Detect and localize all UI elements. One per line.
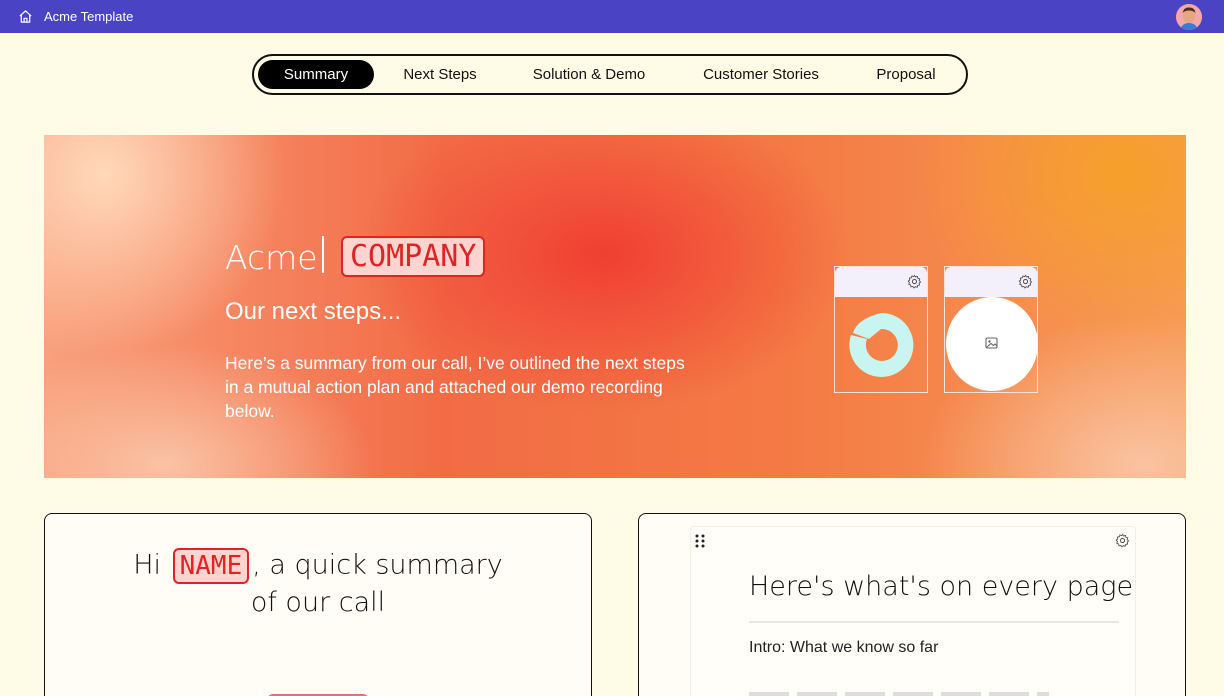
tab-bar: Summary Next Steps Solution & Demo Custo… <box>252 54 968 95</box>
greeting-prefix: Hi <box>133 549 162 581</box>
page-list-item[interactable]: Intro: What we know so far <box>749 639 938 657</box>
tab-customer-stories[interactable]: Customer Stories <box>688 60 834 89</box>
name-placeholder[interactable]: NAME <box>172 548 250 584</box>
top-bar: Acme Template <box>0 0 1224 33</box>
user-avatar[interactable] <box>1176 4 1202 30</box>
home-icon[interactable] <box>18 9 33 24</box>
image-placeholder-icon <box>985 337 998 349</box>
greeting-suffix: , a quick summary <box>252 549 503 581</box>
company-placeholder[interactable]: COMPANY <box>341 236 486 277</box>
image-placeholder[interactable] <box>946 297 1038 391</box>
pages-content-block[interactable] <box>690 526 1136 696</box>
donut-logo-icon <box>849 312 914 377</box>
page-list-item-cut-off <box>749 692 1049 696</box>
hero-banner: Acme COMPANY Our next steps... Here’s a … <box>44 135 1186 478</box>
greeting-line-1[interactable]: Hi NAME, a quick summary <box>45 548 591 584</box>
logo-card[interactable] <box>834 266 928 393</box>
pages-panel: Here's what's on every page Intro: What … <box>638 513 1186 696</box>
pages-title[interactable]: Here's what's on every page <box>749 571 1133 602</box>
image-card[interactable] <box>944 266 1038 393</box>
title-divider <box>322 236 324 273</box>
brand-name: Acme <box>225 238 318 277</box>
tab-summary[interactable]: Summary <box>258 60 374 89</box>
greeting-line-2[interactable]: of our call <box>45 587 591 618</box>
drag-handle-icon[interactable] <box>694 533 706 549</box>
tab-solution-demo[interactable]: Solution & Demo <box>516 60 662 89</box>
gear-icon[interactable] <box>1115 533 1130 548</box>
title-divider <box>749 621 1119 623</box>
hero-subtitle[interactable]: Our next steps... <box>225 298 401 326</box>
gear-icon[interactable] <box>907 274 922 289</box>
hero-body-text[interactable]: Here’s a summary from our call, I’ve out… <box>225 351 695 423</box>
tab-proposal[interactable]: Proposal <box>860 60 952 89</box>
summary-panel: Hi NAME, a quick summary of our call <box>44 513 592 696</box>
tab-next-steps[interactable]: Next Steps <box>390 60 490 89</box>
avatar-face-icon <box>1176 4 1202 30</box>
gear-icon[interactable] <box>1018 274 1033 289</box>
app-title[interactable]: Acme Template <box>44 9 133 24</box>
